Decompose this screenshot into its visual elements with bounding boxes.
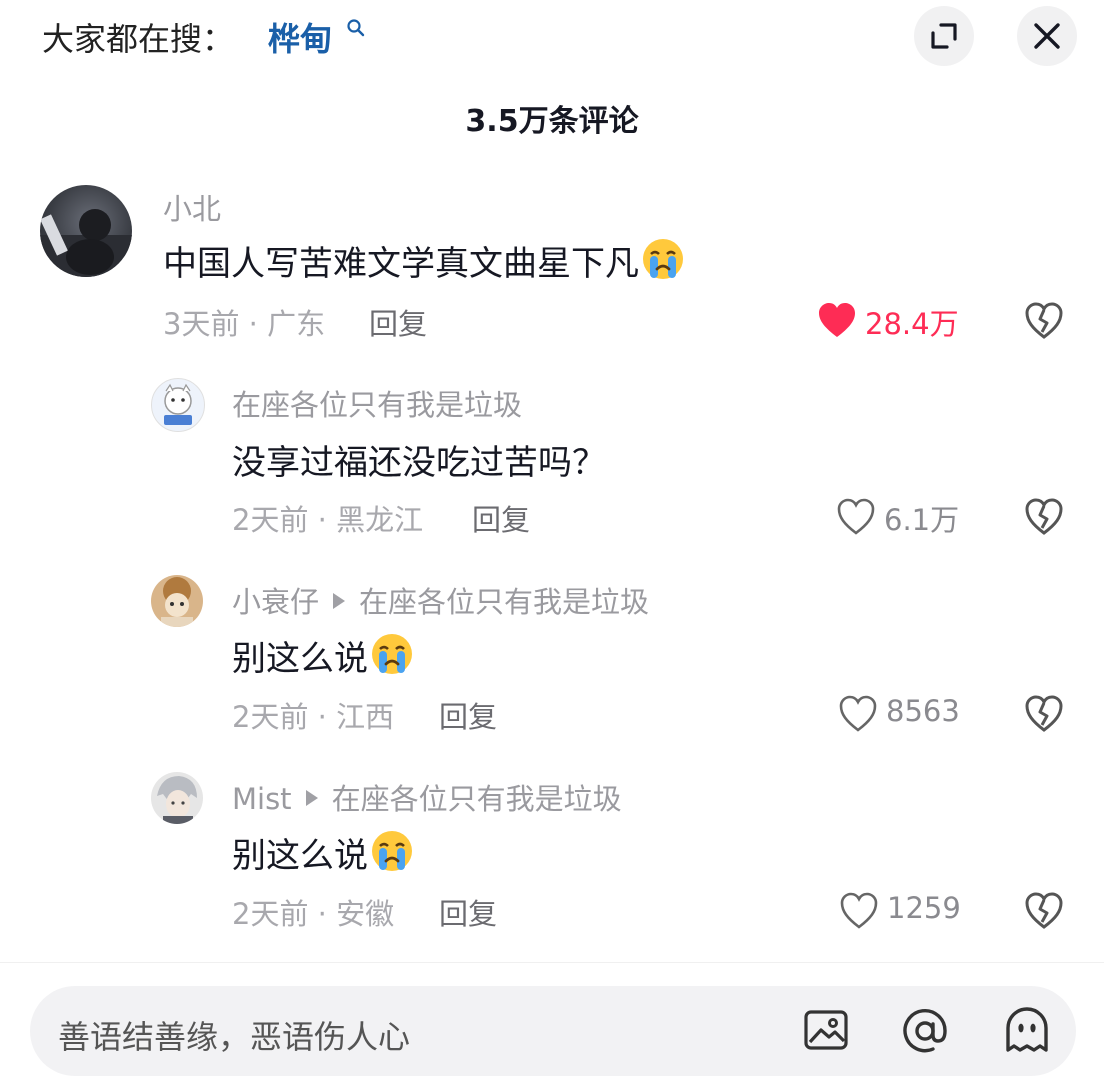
- comment-meta: 3天前 · 广东: [163, 307, 326, 341]
- reply-button[interactable]: 回复: [439, 694, 497, 736]
- dislike-button[interactable]: [1024, 694, 1064, 738]
- reply-to-name[interactable]: 在座各位只有我是垃圾: [359, 585, 649, 619]
- commenter-name: Mist 在座各位只有我是垃圾: [232, 776, 622, 818]
- collapse-icon: [931, 23, 957, 49]
- comment-count-title: 3.5万条评论: [465, 104, 639, 139]
- reply-button[interactable]: 回复: [472, 497, 530, 539]
- avatar-image: [164, 383, 192, 425]
- search-icon[interactable]: [346, 18, 366, 38]
- comment-text: 别这么说: [232, 828, 414, 882]
- comment-text-content: 中国人写苦难文学真文曲星下凡: [163, 244, 639, 284]
- crying-emoji-icon: [370, 829, 414, 882]
- hot-search-term[interactable]: 桦甸: [268, 14, 332, 60]
- input-divider: [0, 962, 1104, 963]
- avatar[interactable]: [40, 185, 132, 277]
- comment-text: 中国人写苦难文学真文曲星下凡: [163, 236, 685, 290]
- like-count: 8563: [886, 694, 960, 728]
- image-icon[interactable]: [802, 1006, 850, 1054]
- dislike-button[interactable]: [1024, 497, 1064, 541]
- comment-input-bar[interactable]: 善语结善缘，恶语伤人心: [30, 986, 1076, 1076]
- commenter-name: 小衰仔 在座各位只有我是垃圾: [232, 579, 649, 621]
- close-button[interactable]: [1017, 6, 1077, 66]
- commenter-name[interactable]: 在座各位只有我是垃圾: [232, 382, 522, 424]
- comment-meta: 2天前 · 江西: [232, 700, 395, 734]
- comment-text: 没享过福还没吃过苦吗？: [232, 443, 606, 483]
- commenter-name[interactable]: 小北: [163, 186, 221, 228]
- heart-icon: [840, 892, 878, 929]
- hot-search-label: 大家都在搜：: [42, 20, 235, 58]
- avatar[interactable]: [151, 772, 203, 824]
- avatar[interactable]: [151, 378, 205, 432]
- comment-text-content: 别这么说: [232, 836, 368, 876]
- reply-arrow-icon: [333, 593, 346, 609]
- avatar-image: [157, 776, 197, 824]
- avatar-image: [40, 209, 132, 277]
- reply-button[interactable]: 回复: [439, 891, 497, 933]
- comment-text-content: 别这么说: [232, 639, 368, 679]
- heart-icon: [837, 498, 875, 535]
- like-count: 6.1万: [884, 503, 960, 537]
- crying-emoji-icon: [370, 632, 414, 685]
- commenter-name-text[interactable]: 小衰仔: [232, 585, 319, 619]
- top-bar: 大家都在搜： 桦甸: [0, 0, 1104, 80]
- broken-heart-icon: [1025, 695, 1063, 732]
- like-count: 1259: [887, 891, 961, 925]
- comment-input-placeholder[interactable]: 善语结善缘，恶语伤人心: [58, 1012, 410, 1058]
- commenter-name-text[interactable]: Mist: [232, 782, 292, 816]
- heart-icon: [819, 303, 855, 337]
- close-icon: [1034, 23, 1060, 49]
- collapse-button[interactable]: [914, 6, 974, 66]
- comment-text: 别这么说: [232, 631, 414, 685]
- reply-button[interactable]: 回复: [369, 301, 427, 343]
- reply-to-name[interactable]: 在座各位只有我是垃圾: [332, 782, 622, 816]
- avatar[interactable]: [151, 575, 203, 627]
- dislike-button[interactable]: [1024, 891, 1064, 935]
- broken-heart-icon: [1025, 498, 1063, 535]
- crying-emoji-icon: [641, 237, 685, 290]
- avatar-image: [161, 577, 193, 627]
- broken-heart-icon: [1025, 302, 1063, 339]
- sticker-face-icon[interactable]: [1002, 1006, 1052, 1056]
- broken-heart-icon: [1025, 892, 1063, 929]
- comment-meta: 2天前 · 安徽: [232, 897, 395, 931]
- heart-icon: [839, 695, 877, 732]
- at-icon[interactable]: [900, 1006, 950, 1056]
- dislike-button[interactable]: [1024, 301, 1064, 345]
- comment-meta: 2天前 · 黑龙江: [232, 503, 424, 537]
- like-count: 28.4万: [865, 307, 959, 341]
- reply-arrow-icon: [305, 790, 318, 806]
